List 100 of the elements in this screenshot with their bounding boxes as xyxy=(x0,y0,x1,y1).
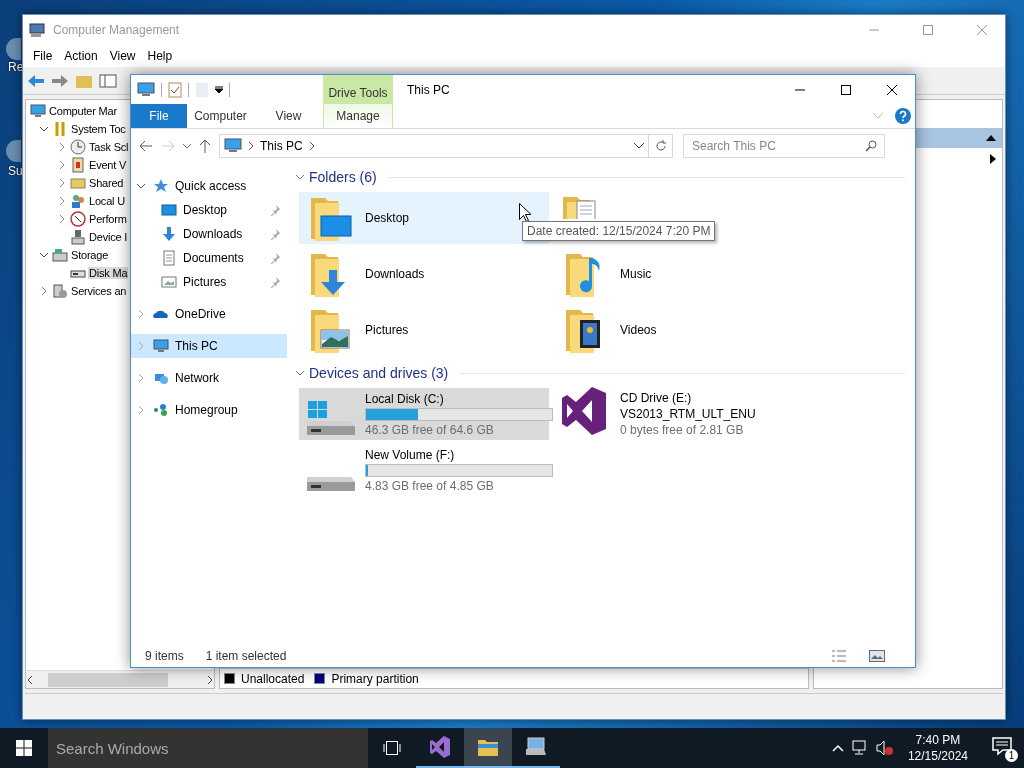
details-view-icon[interactable] xyxy=(831,650,847,662)
tree-item[interactable]: Shared xyxy=(88,177,125,189)
breadcrumb-chevron-icon[interactable] xyxy=(308,142,315,150)
tree-item[interactable]: Services an xyxy=(70,285,128,297)
navigation-item[interactable]: Homegroup xyxy=(131,398,287,422)
breadcrumb-chevron-icon[interactable] xyxy=(248,142,254,150)
task-view-icon xyxy=(383,741,401,755)
clock-icon xyxy=(70,139,86,155)
dropdown-chevron-icon[interactable] xyxy=(634,143,644,149)
section-header[interactable]: Folders (6) xyxy=(309,169,377,185)
tree-item[interactable]: Event V xyxy=(88,159,128,171)
scrollbar-thumb[interactable] xyxy=(48,672,168,687)
navigation-item[interactable]: This PC xyxy=(131,334,287,358)
recent-chevron-icon[interactable] xyxy=(183,143,191,149)
forward-arrow-icon[interactable] xyxy=(51,72,69,89)
refresh-button[interactable] xyxy=(649,134,673,158)
folder-label: Music xyxy=(620,267,652,281)
collapsed-chevron-icon[interactable] xyxy=(136,373,146,383)
tree-item[interactable]: Device I xyxy=(88,231,129,243)
navigation-item[interactable]: Network xyxy=(131,366,287,390)
expand-right-icon[interactable] xyxy=(990,154,996,164)
collapse-chevron-icon[interactable] xyxy=(295,369,305,377)
console-tree-icon[interactable] xyxy=(99,72,117,89)
desktop-icon-label: Su xyxy=(8,164,23,178)
scroll-left-icon[interactable] xyxy=(26,674,34,685)
desktop-icon xyxy=(161,202,177,218)
folder-tile[interactable]: Music xyxy=(554,248,804,300)
desktop-shortcut-icon[interactable] xyxy=(6,38,21,60)
tree-item[interactable]: System Toc xyxy=(70,123,127,135)
clock-time: 7:40 PM xyxy=(915,732,961,748)
tree-item[interactable]: Local U xyxy=(88,195,126,207)
action-center-button[interactable]: 1 xyxy=(992,736,1016,760)
ribbon-tab[interactable]: View xyxy=(254,104,323,128)
tree-item[interactable]: Computer Mar xyxy=(48,105,118,117)
folder-tile[interactable]: Videos xyxy=(554,304,804,356)
computer-icon xyxy=(153,338,169,354)
free-space-text: 46.3 GB free of 64.6 GB xyxy=(365,422,495,437)
tree-item[interactable]: Perform xyxy=(88,213,128,225)
navigation-item[interactable]: Desktop xyxy=(131,198,287,222)
collapsed-chevron-icon[interactable] xyxy=(136,341,146,351)
help-icon[interactable] xyxy=(895,108,911,124)
show-hidden-icons-chevron-icon[interactable] xyxy=(831,744,844,752)
drive-tile[interactable]: CD Drive (E:) VS2013_RTM_ULT_ENU 0 bytes free of 2.81 GB xyxy=(554,388,804,440)
large-icons-view-icon[interactable] xyxy=(869,650,885,662)
star-icon xyxy=(153,178,169,194)
taskbar-app-button[interactable] xyxy=(464,728,512,768)
menu-item[interactable]: View xyxy=(103,49,142,63)
item-count: 9 items xyxy=(145,649,184,663)
folder-tile[interactable]: Pictures xyxy=(299,304,549,356)
event-log-icon xyxy=(70,157,86,173)
desktop-shortcut-icon[interactable] xyxy=(6,140,21,162)
volume-label: VS2013_RTM_ULT_ENU xyxy=(620,407,756,421)
breadcrumb-item[interactable]: This PC xyxy=(260,139,303,153)
selection-count: 1 item selected xyxy=(205,649,287,663)
navigation-item[interactable]: Quick access xyxy=(131,174,287,198)
navigation-item[interactable]: OneDrive xyxy=(131,302,287,326)
pin-icon[interactable] xyxy=(269,228,281,240)
collapse-up-icon[interactable] xyxy=(986,135,996,141)
picture-icon xyxy=(161,274,177,290)
close-icon xyxy=(977,25,987,35)
scroll-right-icon[interactable] xyxy=(206,674,214,685)
network-icon[interactable] xyxy=(851,740,868,756)
computer-icon xyxy=(30,103,46,119)
collapsed-chevron-icon[interactable] xyxy=(136,405,146,415)
ribbon-tab[interactable]: Manage xyxy=(323,104,393,128)
collapse-chevron-icon[interactable] xyxy=(295,173,305,181)
pin-icon[interactable] xyxy=(269,252,281,264)
menu-item[interactable]: Help xyxy=(141,49,179,63)
clock[interactable]: 7:40 PM 12/15/2024 xyxy=(901,732,974,764)
pin-icon[interactable] xyxy=(269,276,281,288)
pin-icon[interactable] xyxy=(269,204,281,216)
expand-ribbon-icon[interactable] xyxy=(873,113,883,119)
tree-item[interactable]: Disk Ma xyxy=(88,267,129,279)
maximize-icon xyxy=(923,25,933,35)
volume-muted-icon[interactable] xyxy=(875,740,894,756)
drive-label: New Volume (F:) xyxy=(365,447,456,462)
ribbon-tab[interactable]: File xyxy=(131,104,187,128)
back-arrow-icon[interactable] xyxy=(139,140,153,152)
menu-item[interactable]: File xyxy=(27,49,59,63)
ribbon-tab[interactable]: Computer xyxy=(187,104,254,128)
computer-icon[interactable] xyxy=(137,81,155,98)
window-title: Computer Management xyxy=(53,23,181,37)
window-title: This PC xyxy=(406,82,451,99)
folder-tile[interactable]: Downloads xyxy=(299,248,549,300)
collapsed-chevron-icon[interactable] xyxy=(136,309,146,319)
up-arrow-icon[interactable] xyxy=(199,139,211,153)
navigation-item[interactable]: Downloads xyxy=(131,222,287,246)
properties-icon[interactable] xyxy=(168,81,182,98)
drive-tile[interactable]: New Volume (F:) 4.83 GB free of 4.85 GB xyxy=(299,444,549,496)
search-field[interactable]: Search This PC xyxy=(683,134,885,158)
dropdown-caret-icon[interactable] xyxy=(215,85,223,94)
tree-item[interactable]: Storage xyxy=(70,249,110,261)
tree-item[interactable]: Task Scl xyxy=(88,141,130,153)
expanded-chevron-icon[interactable] xyxy=(136,181,146,191)
menu-item[interactable]: Action xyxy=(58,49,104,63)
navigation-item[interactable]: Pictures xyxy=(131,270,287,294)
address-bar[interactable]: This PC xyxy=(219,134,649,158)
navigation-item[interactable]: Documents xyxy=(131,246,287,270)
back-arrow-icon[interactable] xyxy=(27,72,45,89)
section-header[interactable]: Devices and drives (3) xyxy=(309,365,449,381)
